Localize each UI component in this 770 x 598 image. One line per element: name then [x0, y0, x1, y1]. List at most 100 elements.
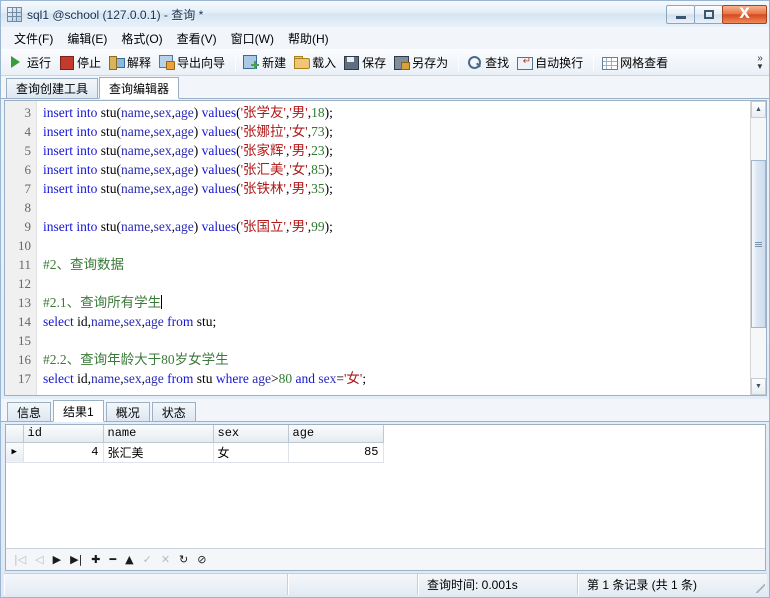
toolbar-explain[interactable]: 解释: [106, 51, 156, 73]
menu-item-edit[interactable]: 编辑(E): [60, 27, 114, 50]
code-token-num: 99: [311, 219, 325, 234]
tab-result1[interactable]: 结果1: [53, 400, 104, 422]
toolbar-save-label: 保存: [362, 55, 387, 70]
window-title: sql1 @school (127.0.0.1) - 查询 *: [27, 7, 204, 22]
code-token-kw: values: [201, 105, 237, 120]
code-token-nm: age: [145, 371, 164, 386]
code-line[interactable]: [43, 331, 750, 350]
sql-code-area[interactable]: insert into stu(name,sex,age) values('张学…: [37, 101, 750, 395]
code-line[interactable]: insert into stu(name,sex,age) values('张学…: [43, 103, 750, 122]
code-token-num: 23: [311, 143, 325, 158]
scroll-track[interactable]: [751, 118, 766, 378]
sql-editor[interactable]: 3 4 5 6 7 8 9 10 11 12 13 14 15 16 17 insert into stu(…: [4, 100, 767, 396]
toolbar-new-label: 新建: [262, 55, 287, 70]
result-table: id name sex age ▶ 4 张汇美 女 85: [6, 425, 384, 463]
scroll-down-button[interactable]: ▼: [751, 378, 766, 395]
tab-status[interactable]: 状态: [151, 402, 196, 421]
cell-id[interactable]: 4: [23, 442, 104, 463]
column-header-age[interactable]: age: [288, 425, 384, 443]
line-number: 9: [24, 219, 32, 234]
toolbar-word-wrap[interactable]: 自动换行: [514, 51, 588, 73]
delete-record-button[interactable]: ━: [110, 554, 117, 565]
resize-grip-icon[interactable]: [753, 574, 767, 595]
code-line[interactable]: [43, 274, 750, 293]
table-window-icon: [7, 6, 22, 22]
editor-vertical-scrollbar[interactable]: ▲ ▼: [750, 101, 766, 395]
last-record-button[interactable]: ▶|: [70, 554, 82, 565]
cell-age[interactable]: 85: [288, 442, 384, 463]
record-navigation-bar: |◁ ◁ ▶ ▶| ✚ ━ ▲ ✓ ✕ ↻ ⊘: [6, 548, 765, 570]
toolbar-save[interactable]: 保存: [341, 51, 391, 73]
edit-record-button[interactable]: ▲: [125, 554, 133, 565]
code-line[interactable]: select id,name,sex,age from stu where ag…: [43, 369, 750, 388]
code-line[interactable]: insert into stu(name,sex,age) values('张铁…: [43, 179, 750, 198]
tab-query-editor[interactable]: 查询编辑器: [99, 77, 180, 99]
window-buttons: X: [666, 4, 767, 24]
minimize-button[interactable]: [666, 4, 695, 24]
maximize-button[interactable]: [694, 4, 723, 24]
result-grid-panel: id name sex age ▶ 4 张汇美 女 85 |◁ ◁ ▶ ▶| ✚…: [5, 424, 766, 571]
toolbar-overflow-button[interactable]: » ▼: [753, 49, 767, 76]
stop-record-button[interactable]: ⊘: [197, 554, 206, 565]
toolbar-save-as[interactable]: 另存为: [391, 51, 453, 73]
code-line[interactable]: [43, 198, 750, 217]
next-record-button[interactable]: ▶: [53, 554, 61, 565]
code-token-num: 80: [278, 371, 293, 386]
title-bar: sql1 @school (127.0.0.1) - 查询 * X: [1, 1, 769, 27]
toolbar-grid-view-label: 网格查看: [620, 55, 669, 70]
result-grid-scroll[interactable]: id name sex age ▶ 4 张汇美 女 85: [6, 425, 765, 548]
column-header-id[interactable]: id: [23, 425, 104, 443]
toolbar-load[interactable]: 载入: [291, 51, 341, 73]
menu-item-help[interactable]: 帮助(H): [281, 27, 336, 50]
code-token-pun: ): [193, 181, 202, 196]
cancel-record-button: ✕: [160, 553, 171, 566]
code-line[interactable]: #2.1、查询所有学生: [43, 293, 750, 312]
cell-name[interactable]: 张汇美: [103, 442, 214, 463]
code-line[interactable]: insert into stu(name,sex,age) values('张娜…: [43, 122, 750, 141]
code-line[interactable]: select id,name,sex,age from stu;: [43, 312, 750, 331]
tab-profile[interactable]: 概况: [105, 402, 150, 421]
column-header-name[interactable]: name: [103, 425, 214, 443]
toolbar-separator-3: [593, 53, 595, 71]
toolbar-stop[interactable]: 停止: [56, 51, 106, 73]
code-token-id: id: [77, 314, 88, 329]
toolbar-run[interactable]: 运行: [6, 51, 56, 73]
minimize-icon: [675, 15, 686, 19]
add-record-button[interactable]: ✚: [91, 554, 100, 565]
menu-item-file[interactable]: 文件(F): [7, 27, 60, 50]
status-left-spacer: [4, 574, 288, 595]
code-line[interactable]: #2.2、查询年龄大于80岁女学生: [43, 350, 750, 369]
scroll-thumb[interactable]: [751, 160, 766, 328]
toolbar-separator-1: [235, 53, 237, 71]
toolbar-grid-view[interactable]: 网格查看: [599, 51, 673, 73]
row-header-corner: [6, 425, 24, 443]
scroll-up-button[interactable]: ▲: [751, 101, 766, 118]
line-number: 14: [18, 314, 31, 329]
previous-record-button: ◁: [35, 553, 44, 566]
code-token-nm: sex: [153, 181, 172, 196]
word-wrap-icon: [516, 54, 534, 70]
menu-item-format[interactable]: 格式(O): [114, 27, 169, 50]
toolbar-find[interactable]: 查找: [464, 51, 514, 73]
line-number: 13: [18, 295, 31, 310]
table-row[interactable]: ▶ 4 张汇美 女 85: [6, 442, 384, 463]
code-line[interactable]: [43, 236, 750, 255]
toolbar-new[interactable]: 新建: [241, 51, 291, 73]
toolbar-word-wrap-label: 自动换行: [535, 55, 584, 70]
tab-info[interactable]: 信息: [7, 402, 52, 421]
code-line[interactable]: #2、查询数据: [43, 255, 750, 274]
cell-sex[interactable]: 女: [213, 442, 289, 463]
close-button[interactable]: X: [722, 4, 767, 24]
toolbar-export-wizard[interactable]: 导出向导: [156, 51, 230, 73]
code-token-nm: name: [121, 105, 151, 120]
menu-item-view[interactable]: 查看(V): [170, 27, 224, 50]
line-number: 12: [18, 276, 31, 291]
code-line[interactable]: insert into stu(name,sex,age) values('张家…: [43, 141, 750, 160]
tab-query-builder[interactable]: 查询创建工具: [6, 78, 99, 98]
column-header-sex[interactable]: sex: [213, 425, 289, 443]
code-line[interactable]: insert into stu(name,sex,age) values('张国…: [43, 217, 750, 236]
refresh-record-button[interactable]: ↻: [179, 554, 188, 565]
code-line[interactable]: insert into stu(name,sex,age) values('张汇…: [43, 160, 750, 179]
status-mid-spacer: [288, 574, 418, 595]
menu-item-window[interactable]: 窗口(W): [224, 27, 281, 50]
